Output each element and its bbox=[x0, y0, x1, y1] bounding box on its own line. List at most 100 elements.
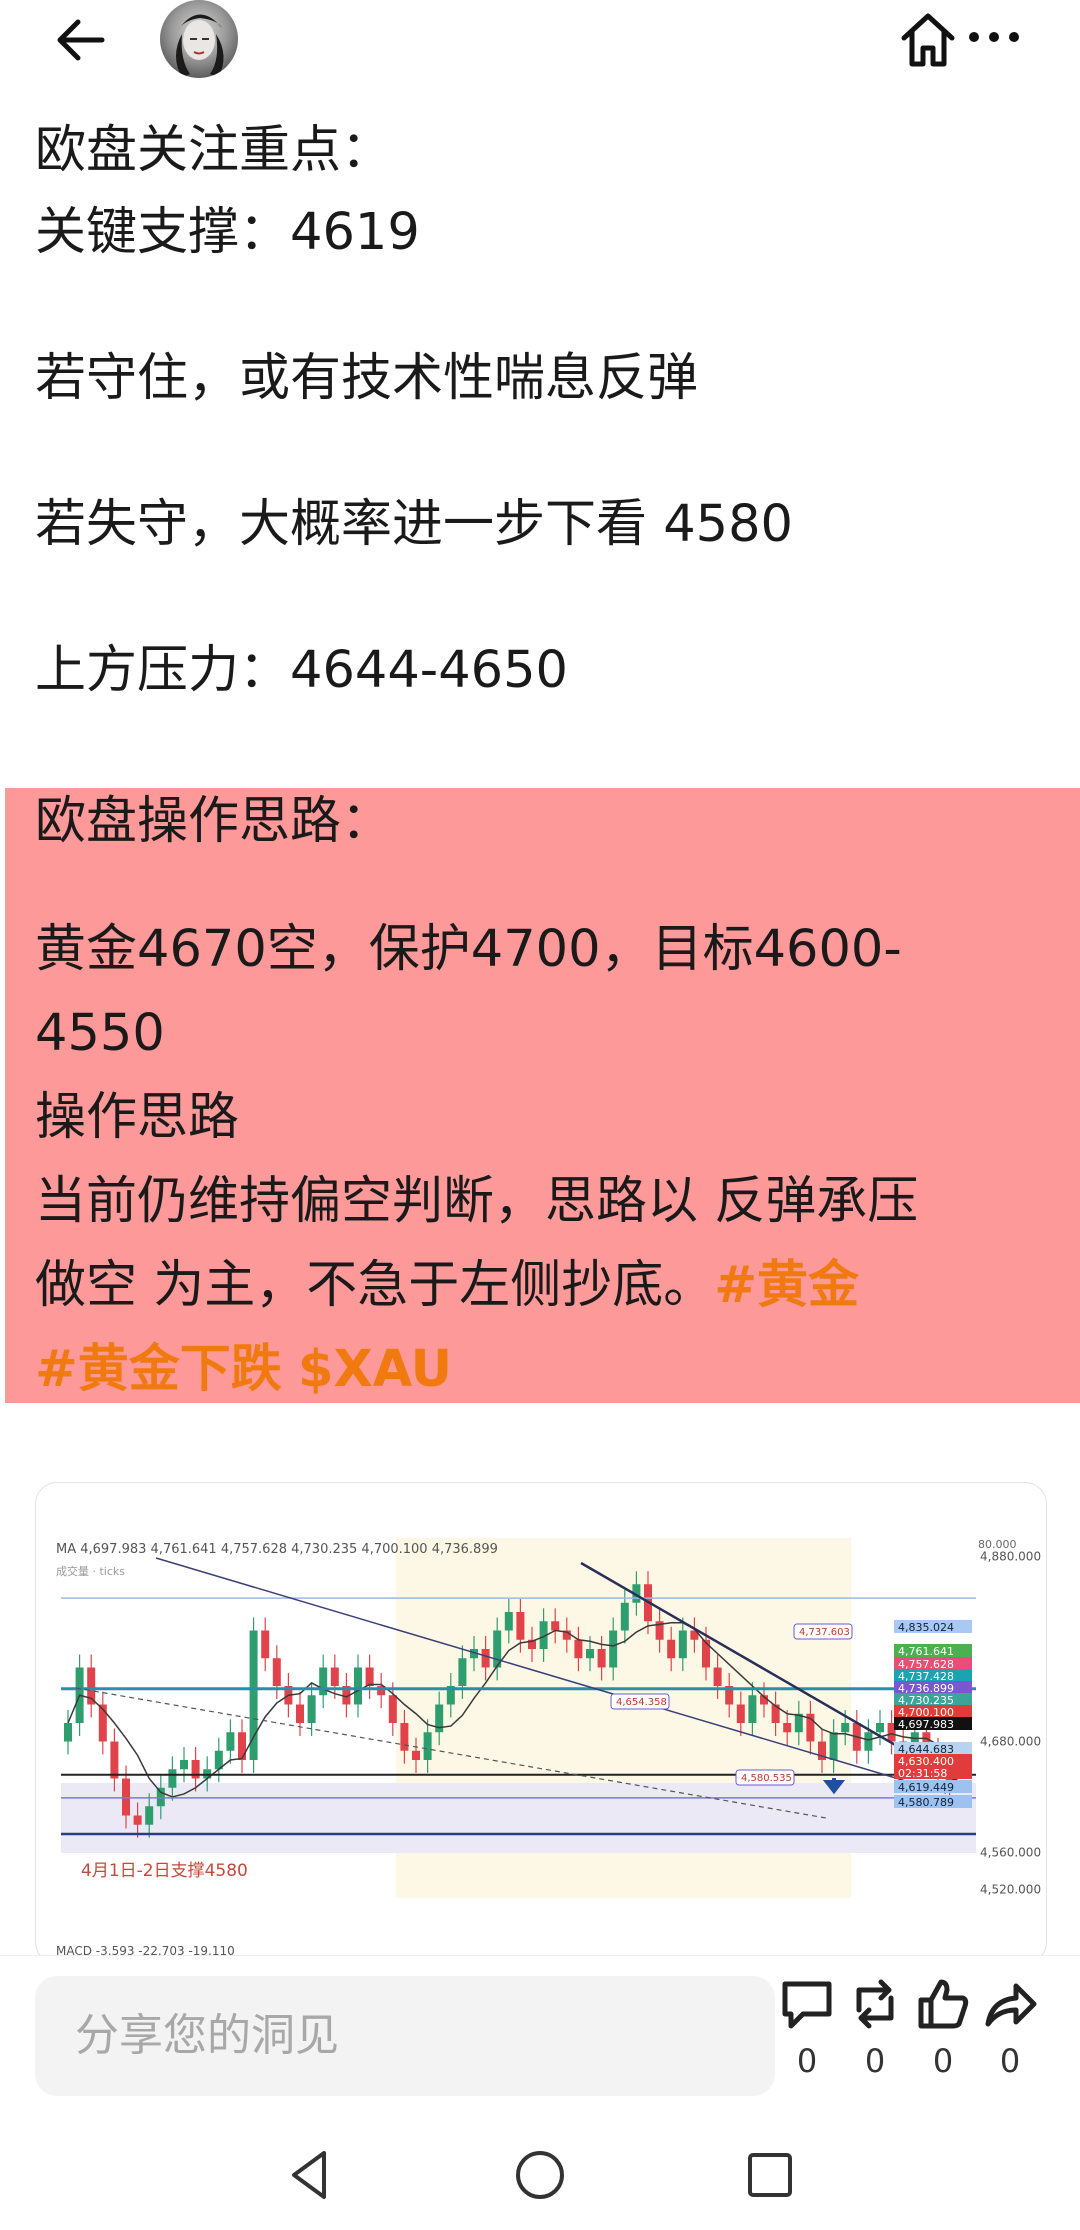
post-line-break: 若失守，大概率进一步下看 4580 bbox=[35, 495, 794, 554]
repost-button[interactable]: 0 bbox=[840, 1976, 910, 2080]
post-line-resistance: 上方压力：4644-4650 bbox=[35, 641, 568, 700]
candle-body bbox=[168, 1769, 177, 1788]
hashtag-gold[interactable]: #黄金 bbox=[714, 1256, 859, 1315]
candle-body bbox=[678, 1630, 687, 1659]
comment-input[interactable]: 分享您的洞见 bbox=[35, 1976, 775, 2096]
candle-body bbox=[713, 1667, 722, 1686]
y-axis-tick: 4,560.000 bbox=[980, 1846, 1041, 1860]
candle-body bbox=[307, 1695, 316, 1723]
annotation-label: 4,580.535 bbox=[741, 1773, 792, 1784]
post-line-hold: 若守住，或有技术性喘息反弹 bbox=[35, 349, 699, 408]
share-arrow-icon bbox=[985, 1983, 1037, 2027]
author-avatar[interactable] bbox=[160, 0, 238, 78]
y-axis-tick: 4,520.000 bbox=[980, 1883, 1041, 1897]
candle-body bbox=[620, 1602, 629, 1631]
price-tag-label: 4,580.789 bbox=[898, 1796, 954, 1809]
candle-body bbox=[481, 1649, 490, 1668]
post-line-support: 关键支撑：4619 bbox=[35, 203, 420, 262]
y-axis-tick: 4,680.000 bbox=[980, 1735, 1041, 1749]
candle-body bbox=[504, 1612, 513, 1631]
nav-recents-icon[interactable] bbox=[740, 2145, 800, 2205]
post-body: 欧盘关注重点： 关键支撑：4619 若守住，或有技术性喘息反弹 若失守，大概率进… bbox=[35, 110, 1045, 712]
ticker-xau[interactable]: $XAU bbox=[298, 1340, 452, 1399]
comment-count: 0 bbox=[796, 2042, 818, 2080]
candle-body bbox=[667, 1639, 676, 1659]
candle-body bbox=[574, 1639, 583, 1659]
plan-subtitle: 操作思路 bbox=[35, 1088, 240, 1147]
price-tag-label: 02:31:58 bbox=[898, 1767, 947, 1780]
price-tag-label: 4,697.983 bbox=[898, 1718, 954, 1731]
candle-body bbox=[609, 1630, 618, 1668]
candle-body bbox=[388, 1695, 397, 1723]
price-tag-label: 4,619.449 bbox=[898, 1781, 954, 1794]
candle-body bbox=[876, 1723, 884, 1733]
comment-bubble-icon bbox=[782, 1981, 832, 2029]
candle-body bbox=[829, 1732, 838, 1760]
annotation-label: 4,737.603 bbox=[799, 1627, 850, 1638]
candle-body bbox=[423, 1732, 432, 1760]
nav-home-icon[interactable] bbox=[510, 2145, 570, 2205]
plan-tags-line: #黄金下跌 $XAU bbox=[35, 1328, 1045, 1412]
candle-body bbox=[110, 1741, 119, 1779]
candle-body bbox=[597, 1649, 606, 1668]
more-dots-icon[interactable] bbox=[964, 22, 1024, 52]
plan-trade-line-2: 4550 bbox=[35, 1004, 165, 1063]
price-tag-label: 4,835.024 bbox=[898, 1621, 954, 1634]
thumbs-up-icon bbox=[918, 1979, 969, 2029]
candle-body bbox=[365, 1667, 374, 1686]
candle-body bbox=[748, 1695, 757, 1723]
support-note: 4月1日-2日支撑4580 bbox=[81, 1861, 248, 1881]
share-count: 0 bbox=[999, 2042, 1021, 2080]
comment-button[interactable]: 0 bbox=[772, 1976, 842, 2080]
candle-body bbox=[400, 1723, 409, 1751]
candle-body bbox=[841, 1723, 850, 1733]
price-tag-label: 4,761.641 bbox=[898, 1645, 954, 1658]
post-line-focus: 欧盘关注重点： bbox=[35, 121, 393, 180]
candle-body bbox=[516, 1612, 525, 1640]
candle-body bbox=[133, 1815, 142, 1825]
trade-plan: 欧盘操作思路： 黄金4670空，保护4700，目标4600- 4550 操作思路… bbox=[35, 780, 1045, 1412]
candle-body bbox=[319, 1667, 328, 1696]
share-button[interactable]: 0 bbox=[975, 1976, 1045, 2080]
system-nav-bar bbox=[0, 2105, 1080, 2230]
candle-body bbox=[64, 1723, 72, 1742]
candle-body bbox=[354, 1667, 362, 1705]
price-chart: MA 4,697.983 4,761.641 4,757.628 4,730.2… bbox=[56, 1538, 1041, 1958]
candle-body bbox=[272, 1658, 281, 1686]
candle-body bbox=[238, 1732, 246, 1760]
candle-body bbox=[145, 1806, 154, 1825]
back-arrow-icon[interactable] bbox=[50, 12, 110, 68]
volume-label: 成交量 · ticks bbox=[56, 1564, 125, 1578]
candle-body bbox=[458, 1658, 467, 1686]
nav-back-icon[interactable] bbox=[280, 2145, 340, 2205]
candle-body bbox=[226, 1732, 235, 1751]
candle-body bbox=[330, 1667, 339, 1686]
top-bar bbox=[0, 0, 1080, 80]
y-axis-tick: 4,880.000 bbox=[980, 1550, 1041, 1564]
candle-body bbox=[122, 1778, 130, 1816]
ma-values: MA 4,697.983 4,761.641 4,757.628 4,730.2… bbox=[56, 1542, 498, 1557]
plan-body-text: 做空 为主，不急于左侧抄底。 bbox=[35, 1256, 715, 1315]
like-button[interactable]: 0 bbox=[908, 1976, 978, 2080]
plan-body-line-1: 当前仍维持偏空判断，思路以 反弹承压 bbox=[35, 1172, 919, 1231]
candle-body bbox=[702, 1639, 710, 1668]
repost-count: 0 bbox=[864, 2042, 886, 2080]
candle-body bbox=[412, 1750, 420, 1760]
candle-body bbox=[261, 1630, 270, 1659]
candle-body bbox=[586, 1649, 594, 1659]
candle-body bbox=[180, 1760, 188, 1770]
chart-image-card[interactable]: MA 4,697.983 4,761.641 4,757.628 4,730.2… bbox=[35, 1482, 1047, 1964]
annotation-label: 4,654.358 bbox=[616, 1697, 667, 1708]
hashtag-gold-drop[interactable]: #黄金下跌 bbox=[35, 1340, 282, 1399]
candle-body bbox=[864, 1732, 873, 1751]
home-icon[interactable] bbox=[896, 8, 960, 72]
repost-icon bbox=[856, 1979, 894, 2029]
plan-trade-line-1: 黄金4670空，保护4700，目标4600- bbox=[35, 920, 902, 979]
candle-body bbox=[156, 1787, 165, 1807]
candle-body bbox=[551, 1621, 560, 1631]
plan-body-line-2: 做空 为主，不急于左侧抄底。#黄金 bbox=[35, 1244, 1045, 1328]
candle-body bbox=[783, 1723, 792, 1733]
candle-body bbox=[296, 1704, 304, 1723]
candle-body bbox=[736, 1704, 745, 1723]
plan-title: 欧盘操作思路： bbox=[35, 792, 393, 851]
